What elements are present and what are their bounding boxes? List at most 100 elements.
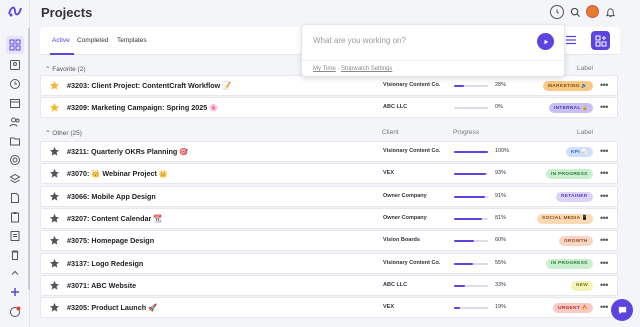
project-row[interactable]: #3209: Marketing Campaign: Spring 2025 🌸… xyxy=(40,97,618,119)
plus-icon[interactable] xyxy=(8,285,22,299)
bell-icon[interactable] xyxy=(603,5,617,19)
more-options-icon[interactable]: ••• xyxy=(600,191,608,201)
tab-completed[interactable]: Completed xyxy=(77,37,108,44)
label-badge[interactable]: IN PROGRESS xyxy=(546,258,593,269)
chevron-up-icon[interactable] xyxy=(8,266,22,280)
project-name[interactable]: #3205: Product Launch 🚀 xyxy=(67,303,157,312)
my-time-link[interactable]: My Time xyxy=(313,66,336,72)
project-name[interactable]: #3066: Mobile App Design xyxy=(67,192,156,201)
folder-icon[interactable] xyxy=(8,134,22,148)
label-badge[interactable]: IN PROGRESS xyxy=(546,169,593,180)
progress-column-header: Progress xyxy=(453,129,480,136)
progress-percent: 100% xyxy=(495,148,510,154)
project-row[interactable]: #3075: Homepage Design Vision Boards 60% GR… xyxy=(40,230,618,252)
stopwatch-icon[interactable] xyxy=(550,5,564,19)
layers-icon[interactable] xyxy=(8,172,22,186)
profile-card-icon[interactable] xyxy=(8,58,22,72)
label-badge[interactable]: URGENT 🔥 xyxy=(553,303,593,314)
progress-bar xyxy=(454,217,488,220)
star-icon[interactable] xyxy=(49,168,60,179)
target-icon[interactable] xyxy=(8,153,22,167)
star-icon[interactable] xyxy=(49,146,60,157)
tab-templates[interactable]: Templates xyxy=(117,37,147,44)
more-options-icon[interactable]: ••• xyxy=(600,146,608,156)
star-icon[interactable] xyxy=(49,280,60,291)
project-name[interactable]: #3207: Content Calendar 📆 xyxy=(67,214,162,223)
search-icon[interactable] xyxy=(568,5,582,19)
project-name[interactable]: #3209: Marketing Campaign: Spring 2025 🌸 xyxy=(67,103,218,112)
project-name[interactable]: #3211: Quarterly OKRs Planning 🎯 xyxy=(67,147,188,156)
project-row[interactable]: #3066: Mobile App Design Owner Company 91%… xyxy=(40,185,618,207)
calendar-icon[interactable] xyxy=(8,96,22,110)
label-column-header: Label xyxy=(577,129,593,136)
add-project-button[interactable] xyxy=(591,31,610,50)
star-icon[interactable] xyxy=(49,302,60,313)
document-icon[interactable] xyxy=(8,191,22,205)
label-badge[interactable]: INTERNAL 🔒 xyxy=(549,103,594,114)
user-avatar[interactable] xyxy=(586,5,599,18)
progress-bar xyxy=(454,107,488,110)
dashboard-grid-icon[interactable] xyxy=(6,36,24,54)
chevron-up-icon: ⌃ xyxy=(45,130,51,137)
list-view-icon[interactable] xyxy=(565,35,577,45)
favorite-section-header[interactable]: ⌃ Favorite (2) xyxy=(45,65,86,73)
label-badge[interactable]: GROWTH xyxy=(559,236,593,247)
clipboard-icon[interactable] xyxy=(8,210,22,224)
project-name[interactable]: #3203: Client Project: ContentCraft Work… xyxy=(67,81,231,90)
star-icon[interactable] xyxy=(49,80,60,91)
more-options-icon[interactable]: ••• xyxy=(600,168,608,178)
client-name: ABC LLC xyxy=(383,104,408,111)
users-icon[interactable] xyxy=(8,115,22,129)
project-name[interactable]: #3075: Homepage Design xyxy=(67,236,154,245)
tab-active[interactable]: Active xyxy=(52,37,70,44)
clock-icon[interactable] xyxy=(8,77,22,91)
project-row[interactable]: #3137: Logo Redesign Visionary Content Co… xyxy=(40,252,618,274)
more-options-icon[interactable]: ••• xyxy=(600,302,608,312)
project-row[interactable]: #3211: Quarterly OKRs Planning 🎯 Visionar… xyxy=(40,141,618,162)
more-options-icon[interactable]: ••• xyxy=(600,102,608,112)
project-row[interactable]: #3207: Content Calendar 📆 Owner Company 81… xyxy=(40,207,618,229)
timer-input[interactable]: What are you working on? xyxy=(313,36,406,45)
progress-bar xyxy=(454,284,488,287)
progress-percent: 33% xyxy=(495,281,507,288)
star-icon[interactable] xyxy=(49,191,60,202)
project-name[interactable]: #3070: 👑 Webinar Project 👑 xyxy=(67,169,168,178)
more-options-icon[interactable]: ••• xyxy=(600,213,608,223)
popup-links: My Time · Stopwatch Settings xyxy=(313,66,392,72)
label-badge[interactable]: RETAINER xyxy=(556,191,593,202)
project-row[interactable]: #3205: Product Launch 🚀 VEX 19% URGENT 🔥 ••• xyxy=(40,297,618,319)
star-icon[interactable] xyxy=(49,213,60,224)
project-row[interactable]: #3070: 👑 Webinar Project 👑 VEX 93% IN PROGR… xyxy=(40,163,618,185)
other-section-header[interactable]: ⌃ Other (25) xyxy=(45,129,82,137)
more-options-icon[interactable]: ••• xyxy=(600,280,608,290)
label-badge[interactable]: NEW xyxy=(571,280,594,291)
progress-percent: 28% xyxy=(495,82,507,88)
star-icon[interactable] xyxy=(49,235,60,246)
trash-icon[interactable] xyxy=(8,248,22,262)
label-badge[interactable]: KPI 📈 xyxy=(566,147,593,157)
more-options-icon[interactable]: ••• xyxy=(600,258,608,268)
star-icon[interactable] xyxy=(49,258,60,269)
client-name: Owner Company xyxy=(383,214,427,221)
help-badge-icon[interactable] xyxy=(8,305,22,319)
progress-bar xyxy=(454,195,488,198)
start-timer-button[interactable] xyxy=(537,33,554,50)
chat-button[interactable] xyxy=(611,299,633,321)
stopwatch-settings-link[interactable]: Stopwatch Settings xyxy=(341,66,392,72)
client-name: Vision Boards xyxy=(383,237,420,244)
sidebar-scrollbar[interactable] xyxy=(28,28,30,290)
more-options-icon[interactable]: ••• xyxy=(600,80,608,90)
notes-icon[interactable] xyxy=(8,229,22,243)
progress-bar xyxy=(454,85,488,87)
project-row[interactable]: #3071: ABC Website ABC LLC 33% NEW ••• xyxy=(40,274,618,296)
project-name[interactable]: #3071: ABC Website xyxy=(67,281,136,290)
label-badge[interactable]: MARKETING 🔊 xyxy=(543,81,593,91)
project-name[interactable]: #3137: Logo Redesign xyxy=(67,259,143,268)
progress-percent: 0% xyxy=(495,104,503,111)
star-icon[interactable] xyxy=(49,102,60,113)
more-options-icon[interactable]: ••• xyxy=(600,235,608,245)
app-logo-icon[interactable] xyxy=(7,4,23,18)
sidebar xyxy=(0,0,30,327)
label-badge[interactable]: SOCIAL MEDIA 📱 xyxy=(537,213,594,224)
project-row[interactable]: #3203: Client Project: ContentCraft Work… xyxy=(40,75,618,96)
